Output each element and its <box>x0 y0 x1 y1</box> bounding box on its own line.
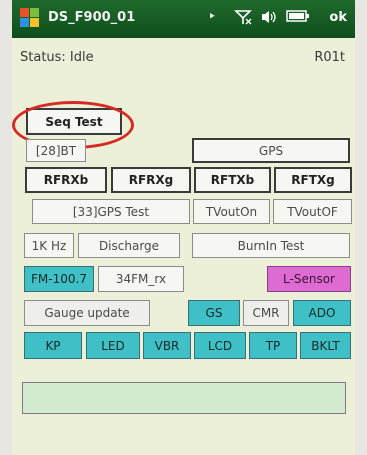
person-icon[interactable]: ‣ <box>208 9 216 25</box>
device-screen: DS_F900_01 ‣ ok Status: Idle R01t Seq Te… <box>12 0 355 455</box>
rfrxg-button[interactable]: RFRXg <box>111 167 191 193</box>
speaker-icon[interactable] <box>260 9 278 29</box>
signal-off-icon[interactable] <box>234 9 252 29</box>
lcd-button[interactable]: LCD <box>194 332 246 359</box>
window-title: DS_F900_01 <box>48 10 136 25</box>
client-area: Status: Idle R01t Seq Test [28]BT GPS RF… <box>12 38 355 455</box>
version-label: R01t <box>314 50 345 65</box>
output-textbox[interactable] <box>22 382 346 414</box>
1khz-button[interactable]: 1K Hz <box>24 233 74 258</box>
bklt-button[interactable]: BKLT <box>300 332 351 359</box>
rftxg-button[interactable]: RFTXg <box>274 167 352 193</box>
windows-flag-icon[interactable] <box>20 8 40 28</box>
kp-button[interactable]: KP <box>24 332 82 359</box>
tp-button[interactable]: TP <box>249 332 297 359</box>
gps-button[interactable]: GPS <box>192 138 350 163</box>
gauge-update-button[interactable]: Gauge update <box>24 300 150 326</box>
ok-button[interactable]: ok <box>329 10 347 25</box>
gps-test-button[interactable]: [33]GPS Test <box>32 199 190 224</box>
led-button[interactable]: LED <box>86 332 140 359</box>
l-sensor-button[interactable]: L-Sensor <box>267 266 351 292</box>
fm-100-7-button[interactable]: FM-100.7 <box>24 266 94 292</box>
burnin-test-button[interactable]: BurnIn Test <box>192 233 350 258</box>
vbr-button[interactable]: VBR <box>143 332 191 359</box>
rfrxb-button[interactable]: RFRXb <box>25 167 107 193</box>
cmr-button[interactable]: CMR <box>243 300 289 326</box>
discharge-button[interactable]: Discharge <box>78 233 180 258</box>
battery-icon[interactable] <box>286 9 310 27</box>
bt-button[interactable]: [28]BT <box>26 139 86 162</box>
gs-button[interactable]: GS <box>188 300 240 326</box>
title-bar: DS_F900_01 ‣ ok <box>12 0 355 38</box>
fm-34-rx-button[interactable]: 34FM_rx <box>98 266 184 292</box>
rftxb-button[interactable]: RFTXb <box>194 167 271 193</box>
ado-button[interactable]: ADO <box>293 300 351 326</box>
tvout-on-button[interactable]: TVoutOn <box>193 199 270 224</box>
status-label: Status: Idle <box>20 50 94 65</box>
tvout-off-button[interactable]: TVoutOF <box>273 199 352 224</box>
